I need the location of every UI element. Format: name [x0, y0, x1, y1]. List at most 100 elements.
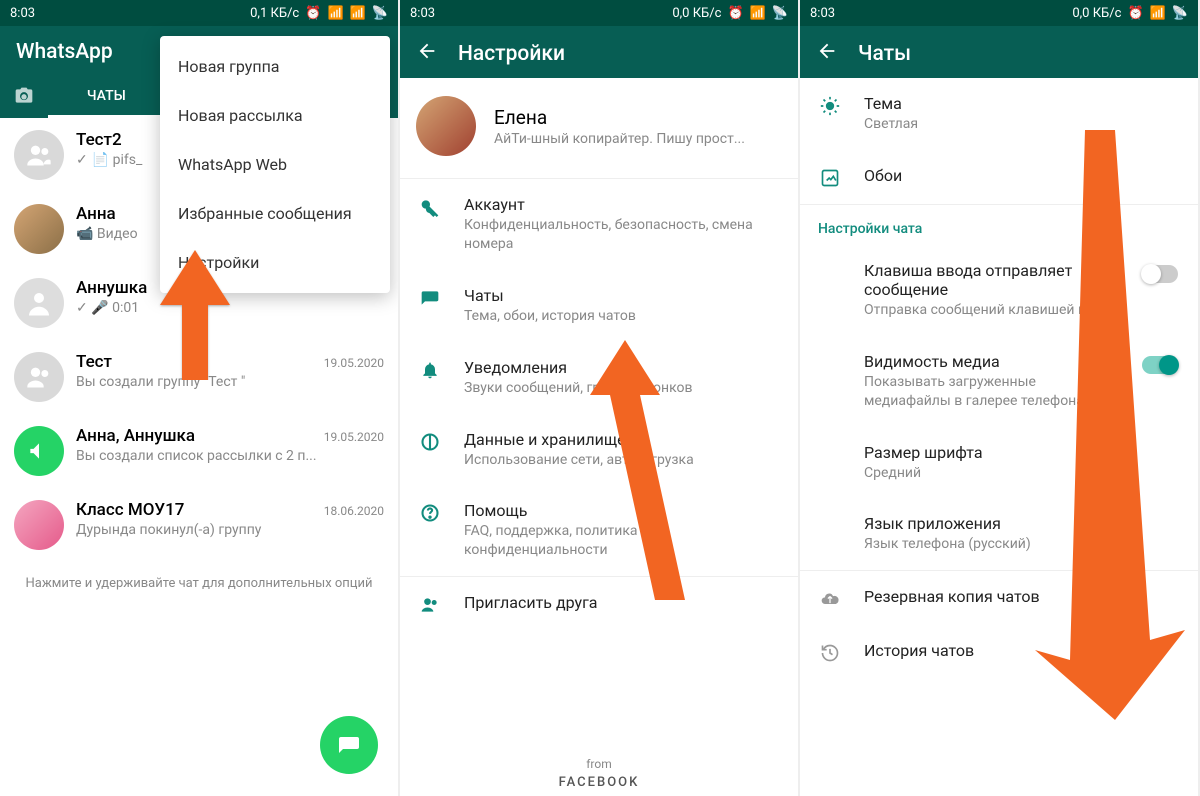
- new-chat-fab[interactable]: [320, 716, 378, 774]
- camera-tab[interactable]: [0, 74, 48, 118]
- history-icon: [818, 641, 842, 663]
- chat-name: Тест2: [76, 130, 122, 150]
- status-right: 0,1 КБ/с ⏰ 📶 📶 📡: [250, 6, 388, 21]
- item-sub: Средний: [864, 464, 1178, 483]
- setting-history[interactable]: История чатов: [800, 625, 1198, 679]
- item-sub: Показывать загруженные медиафайлы в гале…: [864, 373, 1120, 411]
- item-sub: Язык телефона (русский): [864, 535, 1178, 554]
- setting-theme[interactable]: ТемаСветлая: [800, 78, 1198, 150]
- item-title: Обои: [864, 166, 1178, 185]
- chat-sub: Дурында покинул(-а) группу: [76, 522, 384, 538]
- key-icon: [418, 195, 442, 217]
- settings-data[interactable]: Данные и хранилище Использование сети, ав…: [400, 414, 798, 486]
- setting-app-language[interactable]: Язык приложенияЯзык телефона (русский): [800, 498, 1198, 570]
- item-sub: Использование сети, автозагрузка: [464, 451, 778, 470]
- group-avatar-icon: [14, 130, 64, 180]
- status-bar: 8:03 0,0 КБ/с ⏰ 📶 📡: [800, 0, 1198, 26]
- settings-account[interactable]: АккаунтКонфиденциальность, безопасность,…: [400, 179, 798, 270]
- item-title: Уведомления: [464, 358, 778, 377]
- back-button[interactable]: [416, 40, 438, 68]
- arrow-back-icon: [416, 40, 438, 62]
- chat-row[interactable]: Тест19.05.2020 Вы создали группу "Тест ": [0, 340, 398, 414]
- chat-time: 19.05.2020: [324, 430, 384, 444]
- item-title: Данные и хранилище: [464, 430, 778, 449]
- wifi-icon: 📡: [372, 6, 388, 21]
- chat-time: 19.05.2020: [324, 356, 384, 370]
- signal-icon: 📶: [1150, 6, 1166, 21]
- settings-invite[interactable]: Пригласить друга: [400, 577, 798, 631]
- page-title: Настройки: [458, 42, 565, 66]
- message-icon: [337, 733, 361, 757]
- menu-starred[interactable]: Избранные сообщения: [160, 189, 390, 238]
- item-sub: Отправка сообщений клавишей ввода: [864, 301, 1120, 320]
- help-icon: [418, 501, 442, 523]
- status-right: 0,0 КБ/с ⏰ 📶 📡: [672, 6, 788, 21]
- tab-chats[interactable]: ЧАТЫ: [48, 74, 165, 118]
- chat-name: Аннушка: [76, 278, 147, 298]
- toggle-switch[interactable]: [1142, 356, 1178, 374]
- profile-row[interactable]: Елена АйТи-шный копирайтер. Пишу прост..…: [400, 78, 798, 178]
- alarm-icon: ⏰: [305, 6, 321, 21]
- item-title: Чаты: [464, 286, 778, 305]
- settings-chats[interactable]: ЧатыТема, обои, история чатов: [400, 270, 798, 342]
- item-title: Аккаунт: [464, 195, 778, 214]
- chat-name: Класс МОУ17: [76, 500, 184, 520]
- status-speed: 0,0 КБ/с: [1072, 6, 1121, 21]
- status-speed: 0,1 КБ/с: [250, 6, 299, 21]
- facebook-label: FACEBOOK: [400, 775, 798, 790]
- setting-backup[interactable]: Резервная копия чатов: [800, 571, 1198, 625]
- footer: from FACEBOOK: [400, 741, 798, 790]
- menu-new-group[interactable]: Новая группа: [160, 42, 390, 91]
- chat-time: 18.06.2020: [324, 504, 384, 518]
- section-header: Настройки чата: [800, 205, 1198, 245]
- chat-row[interactable]: Класс МОУ17 18.06.2020 Дурында покинул(-а…: [0, 488, 398, 562]
- screen-3-chats-settings: 8:03 0,0 КБ/с ⏰ 📶 📡 Чаты ТемаСветлая Обо…: [800, 0, 1200, 796]
- theme-icon: [818, 94, 842, 116]
- status-bar: 8:03 0,0 КБ/с ⏰ 📶 📡: [400, 0, 798, 26]
- chat-icon: [418, 286, 442, 308]
- chat-row[interactable]: Анна, Аннушка19.05.2020 Вы создали списо…: [0, 414, 398, 488]
- group-avatar-icon: [14, 352, 64, 402]
- app-bar: Чаты: [800, 26, 1198, 78]
- back-button[interactable]: [816, 40, 838, 68]
- status-right: 0,0 КБ/с ⏰ 📶 📡: [1072, 6, 1188, 21]
- page-title: Чаты: [858, 42, 911, 66]
- chat-name: Анна: [76, 204, 116, 224]
- settings-help[interactable]: ПомощьFAQ, поддержка, политика конфиденц…: [400, 485, 798, 576]
- item-title: Резервная копия чатов: [864, 587, 1178, 606]
- bell-icon: [418, 358, 442, 380]
- chat-sub: Вы создали список рассылки с 2 п...: [76, 448, 384, 464]
- signal-icon: 📶: [750, 6, 766, 21]
- status-bar: 8:03 0,1 КБ/с ⏰ 📶 📶 📡: [0, 0, 398, 26]
- avatar: [14, 278, 64, 328]
- item-sub: Звуки сообщений, групп и звонков: [464, 379, 778, 398]
- wifi-icon: 📡: [1172, 6, 1188, 21]
- hint-text: Нажмите и удерживайте чат для дополнител…: [0, 562, 398, 605]
- app-bar: Настройки: [400, 26, 798, 78]
- broadcast-avatar-icon: [14, 426, 64, 476]
- screen-1-chats: 8:03 0,1 КБ/с ⏰ 📶 📶 📡 WhatsApp ЧАТЫ Тест…: [0, 0, 400, 796]
- menu-whatsapp-web[interactable]: WhatsApp Web: [160, 140, 390, 189]
- menu-new-broadcast[interactable]: Новая рассылка: [160, 91, 390, 140]
- toggle-switch[interactable]: [1142, 265, 1178, 283]
- status-time: 8:03: [810, 6, 835, 21]
- setting-wallpaper[interactable]: Обои: [800, 150, 1198, 204]
- item-title: Клавиша ввода отправляет сообщение: [864, 261, 1120, 299]
- item-title: Тема: [864, 94, 1178, 113]
- settings-notifications[interactable]: Уведомления Звуки сообщений, групп и звон…: [400, 342, 798, 414]
- signal-icon: 📶: [350, 6, 366, 21]
- screen-2-settings: 8:03 0,0 КБ/с ⏰ 📶 📡 Настройки Елена АйТи…: [400, 0, 800, 796]
- arrow-back-icon: [816, 40, 838, 62]
- setting-enter-send[interactable]: Клавиша ввода отправляет сообщение Отправ…: [800, 245, 1198, 336]
- menu-settings[interactable]: Настройки: [160, 238, 390, 287]
- profile-avatar: [416, 96, 476, 156]
- setting-media-visibility[interactable]: Видимость медиа Показывать загруженные ме…: [800, 336, 1198, 427]
- status-speed: 0,0 КБ/с: [672, 6, 721, 21]
- status-time: 8:03: [10, 6, 35, 21]
- item-title: Видимость медиа: [864, 352, 1120, 371]
- camera-icon: [14, 86, 34, 106]
- from-label: from: [400, 741, 798, 775]
- setting-font-size[interactable]: Размер шрифтаСредний: [800, 427, 1198, 499]
- avatar: [14, 204, 64, 254]
- profile-status: АйТи-шный копирайтер. Пишу прост...: [494, 131, 745, 147]
